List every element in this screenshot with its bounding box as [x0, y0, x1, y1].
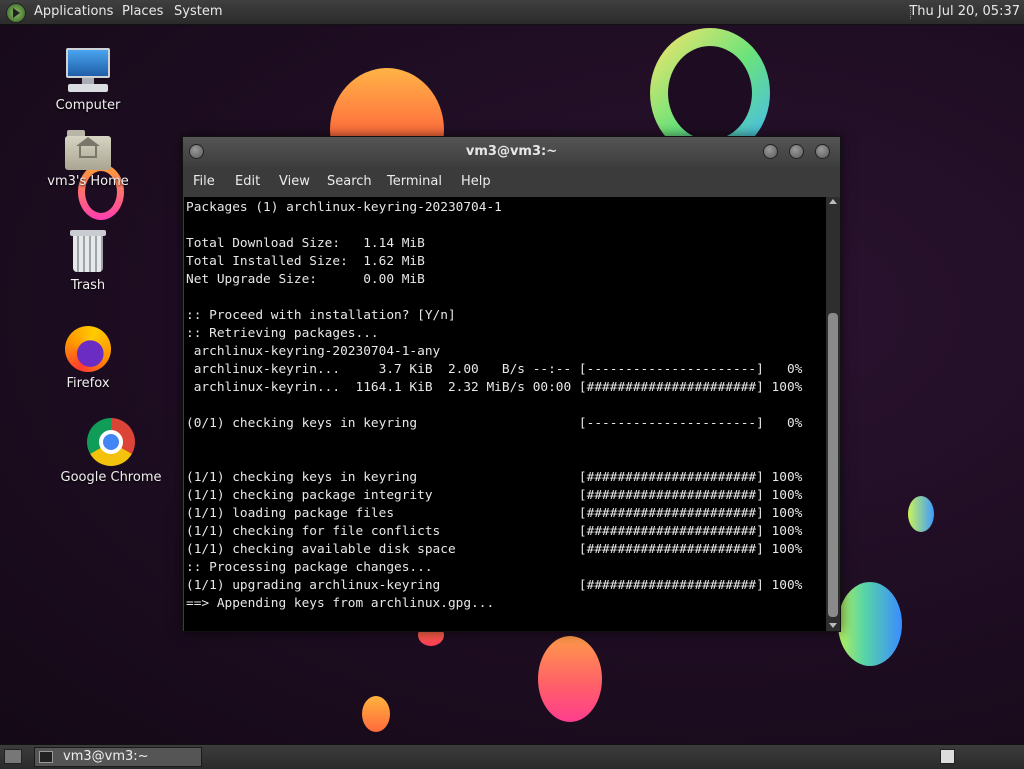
wallpaper-green-blob	[908, 496, 934, 532]
desktop-icon-label: Computer	[55, 98, 121, 113]
terminal-line: ==> Appending keys from archlinux.gpg...	[186, 596, 495, 611]
window-title: vm3@vm3:~	[465, 144, 558, 159]
trash-icon	[70, 230, 106, 274]
scroll-up-arrow-icon[interactable]	[829, 199, 837, 204]
terminal-line: (1/1) checking package integrity [######…	[186, 488, 803, 503]
close-button[interactable]	[815, 144, 830, 159]
menu-edit[interactable]: Edit	[235, 167, 260, 197]
top-panel: Applications Places System Thu Jul 20, 0…	[0, 0, 1024, 25]
distro-logo-icon[interactable]	[6, 3, 26, 23]
desktop-icon-chrome[interactable]: Google Chrome	[56, 418, 166, 485]
computer-icon	[64, 46, 112, 94]
desktop-icon-label: Google Chrome	[60, 470, 162, 485]
menu-applications[interactable]: Applications	[34, 0, 113, 24]
terminal-line: :: Retrieving packages...	[186, 326, 379, 341]
workspace-switcher[interactable]	[940, 749, 955, 764]
desktop-icon-home[interactable]: vm3's Home	[38, 130, 138, 189]
desktop-icon-label: Firefox	[66, 376, 110, 391]
chrome-icon	[87, 418, 135, 466]
terminal-line: (1/1) checking for file conflicts [#####…	[186, 524, 803, 539]
bottom-panel: vm3@vm3:~	[0, 744, 1024, 769]
home-folder-icon	[65, 130, 111, 170]
terminal-line: archlinux-keyrin... 3.7 KiB 2.00 B/s --:…	[186, 362, 803, 377]
desktop-icon-label: vm3's Home	[47, 174, 129, 189]
wallpaper-gradient-blob	[838, 582, 902, 666]
firefox-icon	[65, 326, 111, 372]
maximize-button[interactable]	[789, 144, 804, 159]
wallpaper-pink-blob	[538, 636, 602, 722]
terminal-line: Packages (1) archlinux-keyring-20230704-…	[186, 200, 502, 215]
terminal-line: (1/1) checking keys in keyring [########…	[186, 470, 803, 485]
menu-system[interactable]: System	[174, 0, 222, 24]
terminal-scrollbar[interactable]	[826, 197, 840, 631]
menu-search[interactable]: Search	[327, 167, 372, 197]
taskbar-item-terminal[interactable]: vm3@vm3:~	[34, 747, 202, 767]
window-titlebar[interactable]: vm3@vm3:~	[183, 137, 840, 167]
terminal-output[interactable]: Packages (1) archlinux-keyring-20230704-…	[184, 197, 826, 631]
taskbar-item-label: vm3@vm3:~	[63, 749, 149, 764]
scroll-down-arrow-icon[interactable]	[829, 623, 837, 628]
show-desktop-icon[interactable]	[4, 749, 22, 764]
terminal-line: Total Download Size: 1.14 MiB	[186, 236, 425, 251]
terminal-line: (1/1) loading package files [###########…	[186, 506, 803, 521]
terminal-line: :: Proceed with installation? [Y/n]	[186, 308, 456, 323]
terminal-menubar: File Edit View Search Terminal Help	[183, 167, 840, 197]
desktop-icon-computer[interactable]: Computer	[38, 46, 138, 113]
scrollbar-thumb[interactable]	[828, 313, 838, 617]
desktop-icon-label: Trash	[70, 278, 106, 293]
terminal-window: vm3@vm3:~ File Edit View Search Terminal…	[182, 136, 841, 632]
wallpaper-small-blob	[362, 696, 390, 732]
menu-file[interactable]: File	[193, 167, 215, 197]
terminal-line: archlinux-keyrin... 1164.1 KiB 2.32 MiB/…	[186, 380, 803, 395]
terminal-icon	[39, 751, 53, 763]
terminal-line: Total Installed Size: 1.62 MiB	[186, 254, 425, 269]
clock[interactable]: Thu Jul 20, 05:37	[909, 0, 1020, 24]
menu-help[interactable]: Help	[461, 167, 491, 197]
menu-terminal[interactable]: Terminal	[387, 167, 442, 197]
desktop-icon-firefox[interactable]: Firefox	[38, 326, 138, 391]
minimize-button[interactable]	[763, 144, 778, 159]
terminal-lines: Packages (1) archlinux-keyring-20230704-…	[186, 199, 802, 613]
terminal-line: :: Processing package changes...	[186, 560, 433, 575]
terminal-line: (1/1) checking available disk space [###…	[186, 542, 803, 557]
terminal-line: (0/1) checking keys in keyring [--------…	[186, 416, 803, 431]
menu-view[interactable]: View	[279, 167, 310, 197]
terminal-line: archlinux-keyring-20230704-1-any	[186, 344, 441, 359]
desktop-icon-trash[interactable]: Trash	[38, 230, 138, 293]
menu-places[interactable]: Places	[122, 0, 163, 24]
terminal-line: Net Upgrade Size: 0.00 MiB	[186, 272, 425, 287]
terminal-line: (1/1) upgrading archlinux-keyring [#####…	[186, 578, 803, 593]
